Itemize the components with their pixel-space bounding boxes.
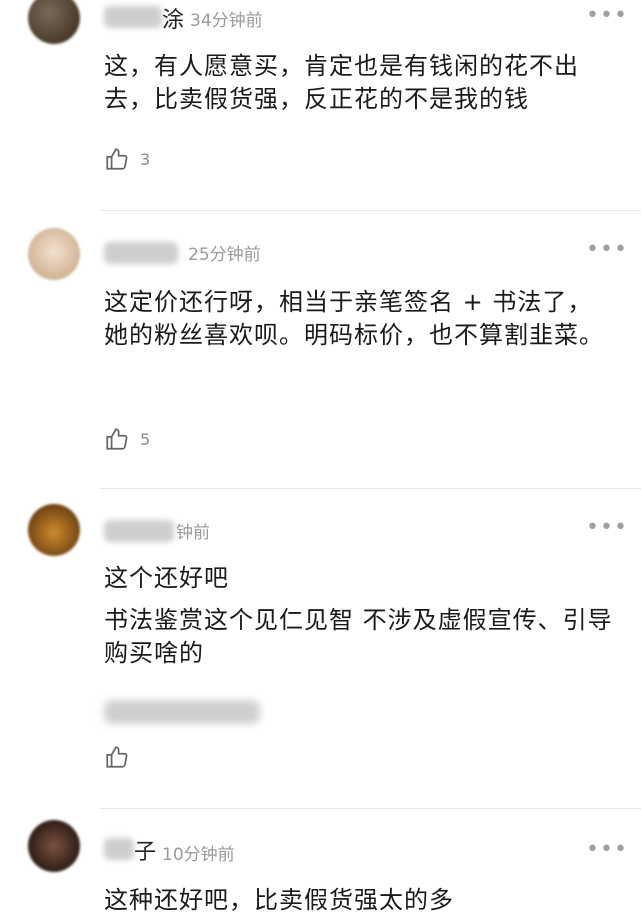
comment-text-line2: 书法鉴赏这个见仁见智 不涉及虚假宣传、引导购买啥的: [104, 606, 613, 667]
comment-text: 这种还好吧，比卖假货强太的多: [104, 886, 454, 914]
more-dots-icon[interactable]: •••: [586, 517, 628, 539]
comment-time: 10分钟前: [162, 845, 235, 865]
username-visible[interactable]: 子: [134, 834, 156, 866]
username-blurred: [104, 6, 162, 28]
comment-item: 钟前 ••• 这个还好吧 书法鉴赏这个见仁见智 不涉及虚假宣传、引导购买啥的: [0, 498, 641, 809]
username-blurred: [104, 242, 178, 264]
thumbs-up-icon: [106, 746, 128, 768]
username-blurred: [104, 838, 134, 860]
like-button[interactable]: [104, 744, 140, 770]
like-count: 5: [140, 429, 151, 449]
comment-text: 这，有人愿意买，肯定也是有钱闲的花不出去，比卖假货强，反正花的不是我的钱: [104, 52, 579, 113]
comment-text: 这定价还行呀，相当于亲笔签名 + 书法了，她的粉丝喜欢呗。明码标价，也不算割韭菜…: [104, 288, 604, 349]
comment-time: 25分钟前: [188, 245, 261, 265]
divider: [100, 210, 641, 211]
blurred-text: [104, 700, 260, 724]
more-dots-icon[interactable]: •••: [586, 239, 628, 261]
comment-time: 钟前: [176, 523, 210, 543]
thumbs-up-icon: [106, 148, 128, 170]
more-dots-icon[interactable]: •••: [586, 839, 628, 861]
thumbs-up-icon: [106, 428, 128, 450]
comment-item: 涂 34分钟前 ••• 这，有人愿意买，肯定也是有钱闲的花不出去，比卖假货强，反…: [0, 0, 641, 211]
comment-text-line1: 这个还好吧: [104, 564, 229, 592]
username-blurred: [104, 520, 174, 542]
avatar[interactable]: [28, 228, 80, 280]
username-visible[interactable]: 涂: [162, 2, 184, 34]
avatar[interactable]: [28, 820, 80, 872]
comment-item: 子 10分钟前 ••• 这种还好吧，比卖假货强太的多: [0, 818, 641, 914]
comment-time: 34分钟前: [190, 11, 263, 31]
more-dots-icon[interactable]: •••: [586, 5, 628, 27]
comment-item: 25分钟前 ••• 这定价还行呀，相当于亲笔签名 + 书法了，她的粉丝喜欢呗。明…: [0, 222, 641, 490]
like-count: 3: [140, 149, 151, 169]
like-button[interactable]: 3: [104, 146, 150, 172]
divider: [100, 808, 641, 809]
avatar[interactable]: [28, 0, 80, 44]
avatar[interactable]: [28, 504, 80, 556]
like-button[interactable]: 5: [104, 426, 150, 452]
divider: [100, 488, 641, 489]
